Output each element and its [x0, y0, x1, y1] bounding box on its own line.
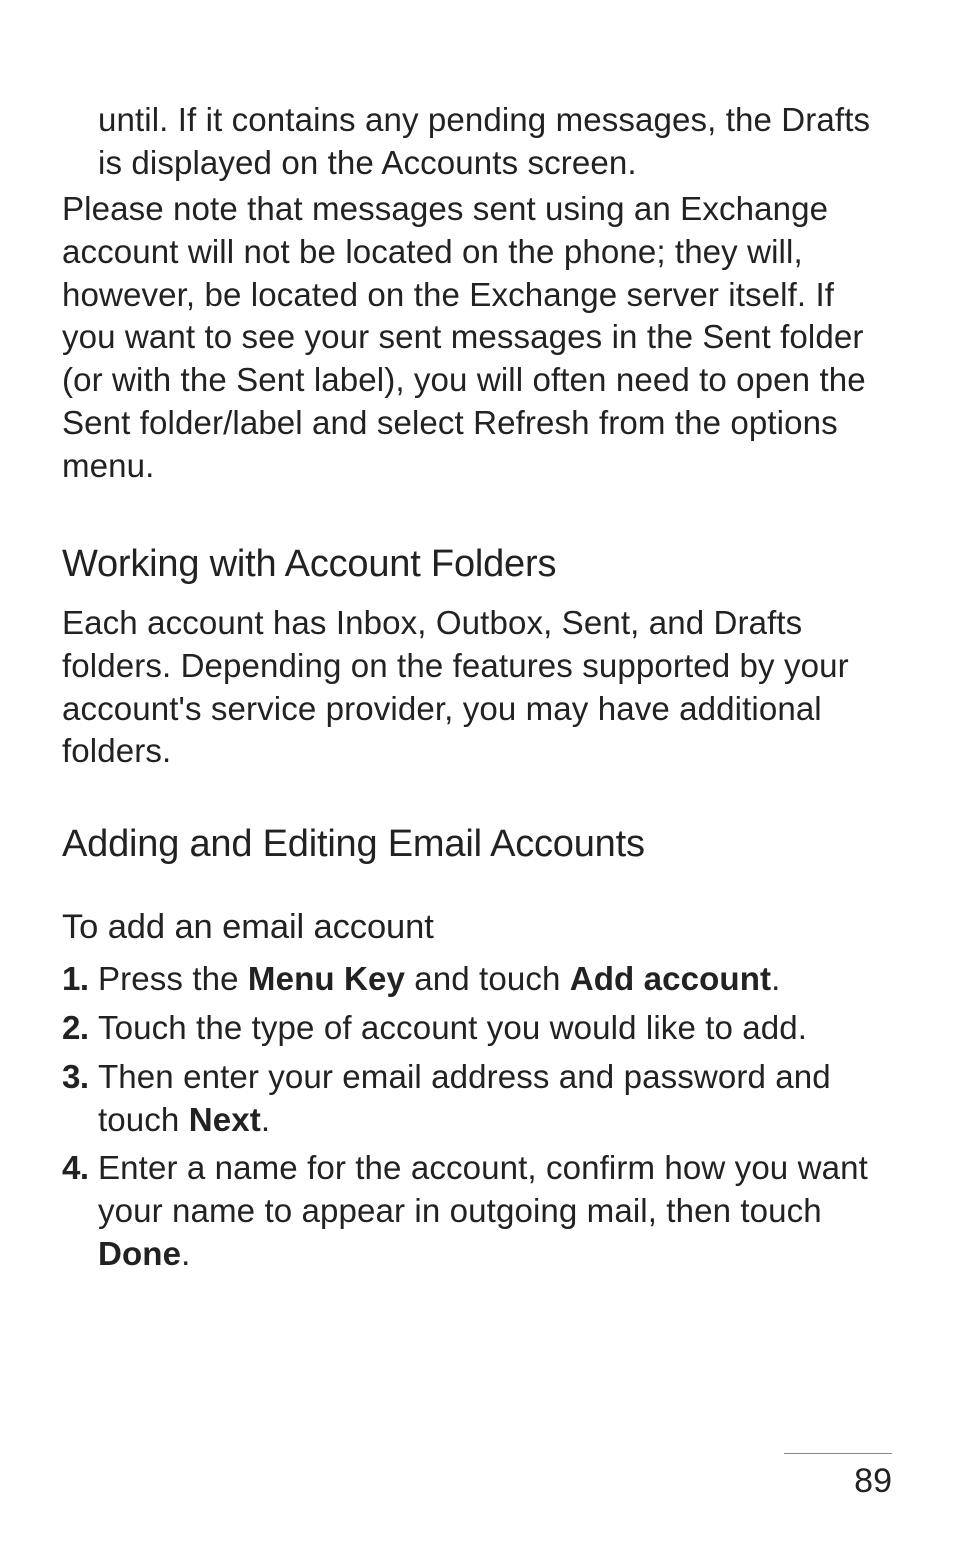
page-number: 89: [784, 1462, 892, 1501]
step-3-bold-1: Next: [189, 1102, 261, 1139]
heading-working-with-account-folders: Working with Account Folders: [62, 540, 892, 589]
step-1-mid: and touch: [405, 961, 570, 998]
step-3: Then enter your email address and passwo…: [62, 1057, 892, 1142]
steps-list: Press the Menu Key and touch Add account…: [62, 959, 892, 1276]
step-1-bold-1: Menu Key: [248, 961, 405, 998]
carryover-paragraph: until. If it contains any pending messag…: [98, 100, 892, 185]
step-1-pre: Press the: [98, 961, 248, 998]
content-area: until. If it contains any pending messag…: [62, 100, 892, 1276]
step-2: Touch the type of account you would like…: [62, 1008, 892, 1051]
working-folders-body: Each account has Inbox, Outbox, Sent, an…: [62, 603, 892, 774]
page: until. If it contains any pending messag…: [0, 0, 954, 1557]
heading-adding-editing-email-accounts: Adding and Editing Email Accounts: [62, 820, 892, 869]
subhead-to-add-email-account: To add an email account: [62, 905, 892, 950]
step-1: Press the Menu Key and touch Add account…: [62, 959, 892, 1002]
step-1-bold-2: Add account: [570, 961, 771, 998]
footer-rule: [784, 1453, 892, 1454]
step-1-post: .: [771, 961, 780, 998]
exchange-note-paragraph: Please note that messages sent using an …: [62, 189, 892, 488]
step-4-bold-1: Done: [98, 1236, 181, 1273]
step-4-pre: Enter a name for the account, confirm ho…: [98, 1150, 868, 1230]
step-4-post: .: [181, 1236, 190, 1273]
step-2-text: Touch the type of account you would like…: [98, 1010, 807, 1047]
page-footer: 89: [784, 1453, 892, 1501]
step-3-post: .: [261, 1102, 270, 1139]
step-4: Enter a name for the account, confirm ho…: [62, 1148, 892, 1276]
